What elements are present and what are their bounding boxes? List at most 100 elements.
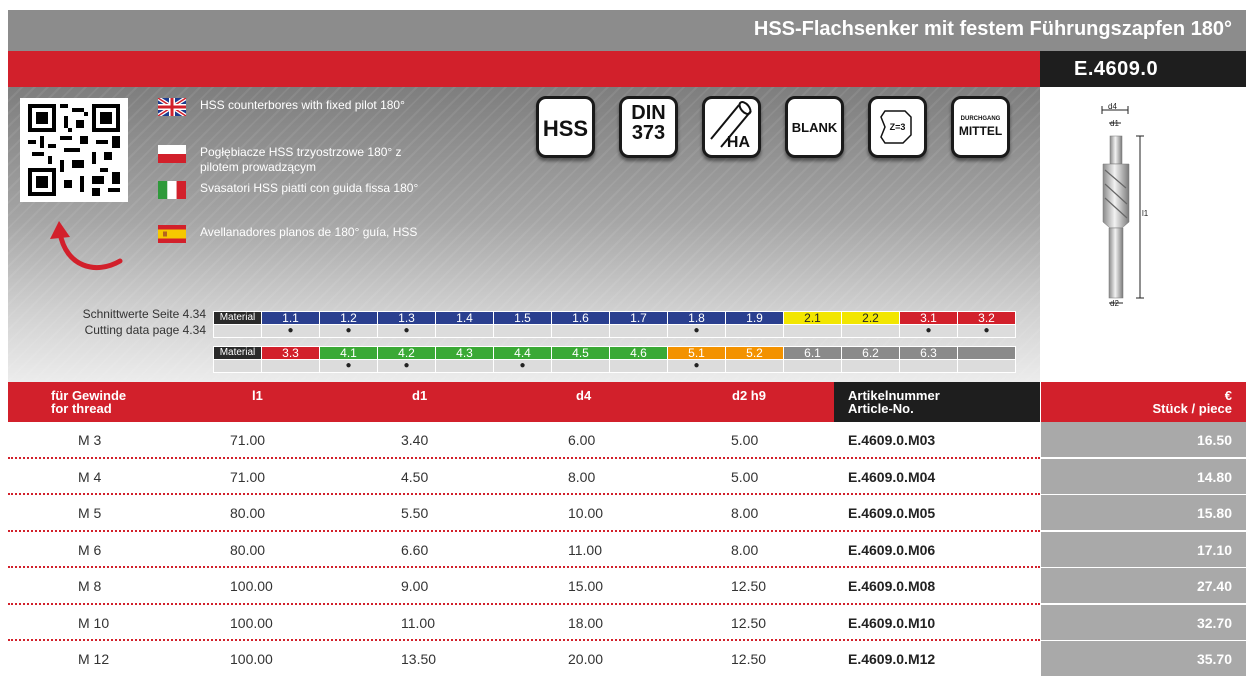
cell-d4: 6.00 [568,432,596,448]
material-suitability: ● [377,324,436,338]
cell-l1: 100.00 [230,651,273,667]
cell-l1: 100.00 [230,614,273,631]
curved-arrow-icon [50,221,123,271]
cell-d2: 5.00 [731,432,759,448]
material-code: 1.6 [551,311,610,325]
price-cell: 16.50 [1041,422,1246,457]
product-code-box: E.4609.0 [1040,51,1246,87]
cell-d1: 13.50 [401,651,437,667]
red-banner [8,51,1040,87]
price-cell: 32.70 [1041,604,1246,640]
material-suitability [783,324,842,338]
price-cell: 27.40 [1041,568,1246,603]
price-value: 17.10 [1196,541,1232,558]
material-suitability: ● [319,359,378,373]
material-suitability [435,359,494,373]
material-suitability [261,359,320,373]
dim-d1: d1 [1110,119,1119,128]
col-d2: d2 h9 [732,388,766,403]
language-row-en: HSS counterbores with fixed pilot 180° [158,98,420,116]
din-373-icon: DIN 373 [619,96,678,158]
feature-icons: HSS DIN 373 HA BLANK Z=3 DURCHGANG MITTEL [536,96,1034,158]
table-row: M 8 100.00 9.00 15.00 12.50 E.4609.0.M08 27.40 [8,568,1246,605]
price-value: 15.80 [1196,505,1232,521]
material-suitability [551,359,610,373]
material-code: 2.2 [841,311,900,325]
material-code: 3.1 [899,311,958,325]
material-suitability [957,359,1016,373]
price-value: 16.50 [1196,432,1232,448]
cell-d2: 12.50 [731,651,767,667]
blank-finish-icon: BLANK [785,96,844,158]
language-row-es: Avellanadores planos de 180° guía, HSS [158,225,420,243]
price-cell: 15.80 [1041,495,1246,530]
table-row: M 5 80.00 5.50 10.00 8.00 E.4609.0.M05 15.80 [8,495,1246,532]
table-header: für Gewinde for thread l1 d1 d4 d2 h9 Art… [8,382,1246,422]
cell-d4: 11.00 [568,541,602,558]
qr-code-icon [28,104,120,196]
material-code: 1.8 [667,311,726,325]
cell-thread: M 3 [78,432,102,448]
price-value: 35.70 [1196,651,1232,667]
tool-drawing: d4 d1 l1 d2 [1101,102,1149,308]
material-code: 3.3 [261,346,320,360]
cell-d4: 8.00 [568,468,596,485]
cell-d4: 18.00 [568,614,604,631]
material-suitability [493,324,552,338]
material-code: 2.1 [783,311,842,325]
cell-article: E.4609.0.M03 [848,432,936,448]
material-code: 5.2 [725,346,784,360]
cell-article: E.4609.0.M04 [848,468,936,485]
col-d1: d1 [412,388,428,403]
material-suitability: ● [493,359,552,373]
col-thread: für Gewinde for thread [51,388,127,416]
dim-l1: l1 [1142,209,1149,218]
cell-l1: 71.00 [230,432,266,448]
material-table-1: Material 1.1 1.2 1.3 1.4 1.5 1.6 1.7 1.8 1.9 2.1 2.… [213,311,1016,338]
material-code: 4.1 [319,346,378,360]
material-suitability: ● [667,359,726,373]
material-table-2: Material 3.3 4.1 4.2 4.3 4.4 4.5 4.6 5.1 5.2 6.1 6.… [213,346,1016,373]
material-code: 4.4 [493,346,552,360]
material-suitability: ● [377,359,436,373]
cell-thread: M 10 [78,614,110,631]
material-code: 6.3 [899,346,958,360]
cell-d1: 6.60 [401,541,429,558]
cell-d4: 20.00 [568,651,604,667]
cell-thread: M 5 [78,505,102,521]
price-value: 27.40 [1196,578,1232,594]
material-suitability [551,324,610,338]
material-suitability: ● [319,324,378,338]
dim-d2: d2 [1110,299,1119,308]
language-text: Avellanadores planos de 180° guía, HSS [200,225,418,239]
cell-d2: 12.50 [731,578,767,594]
cell-d4: 10.00 [568,505,604,521]
material-suitability: ● [957,324,1016,338]
material-code: 4.3 [435,346,494,360]
cell-article: E.4609.0.M06 [848,541,936,558]
cell-thread: M 4 [78,468,102,485]
material-code: 1.1 [261,311,320,325]
language-text: Svasatori HSS piatti con guida fissa 180… [200,181,419,195]
page-title: HSS-Flachsenker mit festem Führungszapfe… [753,18,1232,40]
table-row: M 3 71.00 3.40 6.00 5.00 E.4609.0.M03 16.50 [8,422,1246,459]
price-cell: 17.10 [1041,531,1246,567]
cell-d1: 5.50 [401,505,429,521]
col-price: € Stück / piece [1152,388,1232,416]
material-code: 4.6 [609,346,668,360]
cell-thread: M 8 [78,578,102,594]
cell-d1: 11.00 [401,614,435,631]
qr-code[interactable] [20,98,128,202]
material-suitability [783,359,842,373]
price-cell: 14.80 [1041,458,1246,494]
price-cell: 35.70 [1041,641,1246,676]
cell-l1: 80.00 [230,541,266,558]
cutting-data-note[interactable]: Schnittwerte Seite 4.34 Cutting data pag… [83,306,206,338]
spain-flag-icon [158,225,186,243]
cell-l1: 100.00 [230,578,273,594]
material-code: 4.2 [377,346,436,360]
table-row: M 10 100.00 11.00 18.00 12.50 E.4609.0.M10 32.… [8,604,1246,641]
product-table: M 3 71.00 3.40 6.00 5.00 E.4609.0.M03 16.50 M 4… [8,422,1246,678]
cell-d2: 8.00 [731,505,759,521]
table-row: M 12 100.00 13.50 20.00 12.50 E.4609.0.M12 35.… [8,641,1246,678]
